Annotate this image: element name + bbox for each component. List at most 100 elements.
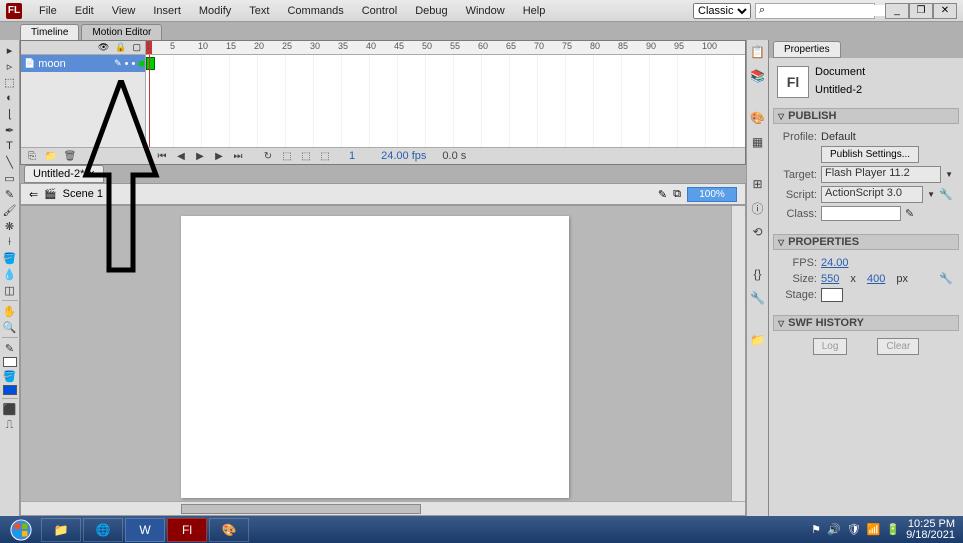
tab-motion-editor[interactable]: Motion Editor (81, 24, 162, 40)
width-value[interactable]: 550 (821, 273, 839, 285)
fill-color-tool[interactable]: 🪣 (1, 368, 19, 384)
class-input[interactable] (821, 206, 901, 221)
menu-debug[interactable]: Debug (406, 5, 456, 17)
layer-row[interactable]: 📄 moon ✎ • • ■ (21, 55, 145, 72)
close-button[interactable]: ✕ (933, 3, 957, 19)
start-button[interactable] (2, 517, 40, 543)
tray-volume-icon[interactable]: 🔊 (827, 523, 841, 536)
stage[interactable] (181, 216, 569, 498)
snap-option[interactable]: ⬛ (1, 401, 19, 417)
color-dock-icon[interactable]: 🎨 (750, 110, 766, 126)
menu-help[interactable]: Help (514, 5, 555, 17)
lasso-tool[interactable]: ɭ (1, 106, 19, 122)
menu-view[interactable]: View (103, 5, 145, 17)
line-tool[interactable]: ╲ (1, 154, 19, 170)
tray-flag-icon[interactable]: ⚑ (811, 523, 821, 536)
menu-file[interactable]: File (30, 5, 66, 17)
library-dock-icon[interactable]: 📚 (750, 68, 766, 84)
delete-layer-button[interactable]: 🗑 (62, 149, 78, 163)
taskbar-clock[interactable]: 10:25 PM 9/18/2021 (906, 519, 955, 541)
scene-name[interactable]: Scene 1 (63, 188, 103, 200)
menu-text[interactable]: Text (240, 5, 278, 17)
pencil-icon[interactable]: ✎ (905, 207, 919, 220)
fps-value[interactable]: 24.00 (821, 257, 849, 269)
play-button[interactable]: ▶ (192, 149, 208, 163)
horizontal-scrollbar[interactable] (21, 501, 745, 515)
zoom-tool[interactable]: 🔍 (1, 319, 19, 335)
loop-button[interactable]: ↻ (260, 149, 276, 163)
taskbar-paint[interactable]: 🎨 (209, 518, 249, 542)
menu-edit[interactable]: Edit (66, 5, 103, 17)
menu-insert[interactable]: Insert (144, 5, 190, 17)
outline-box[interactable]: ■ (138, 58, 145, 70)
brush-tool[interactable]: 🖌 (1, 202, 19, 218)
publish-section-header[interactable]: ▽Publish (773, 108, 959, 124)
taskbar-explorer[interactable]: 📁 (41, 518, 81, 542)
menu-control[interactable]: Control (353, 5, 406, 17)
fill-swatch[interactable] (3, 385, 17, 395)
target-select[interactable]: Flash Player 11.2 (821, 166, 941, 183)
hand-tool[interactable]: ✋ (1, 303, 19, 319)
minimize-button[interactable]: _ (885, 3, 909, 19)
vertical-scrollbar[interactable] (731, 206, 745, 515)
eraser-tool[interactable]: ◫ (1, 282, 19, 298)
script-select[interactable]: ActionScript 3.0 (821, 186, 923, 203)
align-dock-icon[interactable]: ⊞ (750, 176, 766, 192)
tab-properties[interactable]: Properties (773, 41, 841, 58)
edit-symbol-icon[interactable]: ⧉ (673, 188, 681, 201)
rectangle-tool[interactable]: ▭ (1, 170, 19, 186)
document-tab[interactable]: Untitled-2* × (24, 165, 104, 183)
code-dock-icon[interactable]: {} (750, 266, 766, 282)
taskbar-word[interactable]: W (125, 518, 165, 542)
step-back-button[interactable]: ◀ (173, 149, 189, 163)
project-dock-icon[interactable]: 📁 (750, 332, 766, 348)
step-fwd-button[interactable]: ▶ (211, 149, 227, 163)
goto-last-button[interactable]: ⏭ (230, 149, 246, 163)
tool-option[interactable]: ⎍ (1, 417, 19, 433)
subselection-tool[interactable]: ▹ (1, 58, 19, 74)
properties-section-header[interactable]: ▽Properties (773, 234, 959, 250)
stage-color-swatch[interactable] (821, 288, 843, 302)
new-layer-button[interactable]: ⎘ (24, 149, 40, 163)
search-box[interactable]: ⌕ (755, 3, 875, 19)
bone-tool[interactable]: ⟊ (1, 234, 19, 250)
swatches-dock-icon[interactable]: ▦ (750, 134, 766, 150)
stroke-color-tool[interactable]: ✎ (1, 340, 19, 356)
new-folder-button[interactable]: 📁 (43, 149, 59, 163)
selection-tool[interactable]: ▸ (1, 42, 19, 58)
stroke-swatch[interactable] (3, 357, 17, 367)
pencil-tool[interactable]: ✎ (1, 186, 19, 202)
onion-outline-button[interactable]: ⬚ (298, 149, 314, 163)
keyframe-1[interactable] (146, 57, 155, 70)
search-input[interactable] (765, 5, 897, 16)
transform-dock-icon[interactable]: ⟲ (750, 224, 766, 240)
deco-tool[interactable]: ❋ (1, 218, 19, 234)
menu-commands[interactable]: Commands (278, 5, 352, 17)
zoom-select[interactable]: 100% (687, 187, 737, 202)
goto-first-button[interactable]: ⏮ (154, 149, 170, 163)
taskbar-flash[interactable]: Fl (167, 518, 207, 542)
lock-icon[interactable]: 🔒 (115, 42, 126, 53)
tab-timeline[interactable]: Timeline (20, 24, 79, 40)
document-tab-close[interactable]: × (88, 168, 94, 180)
outline-icon[interactable]: ▢ (132, 42, 141, 53)
eye-icon[interactable]: 👁 (98, 42, 109, 53)
stage-viewport[interactable] (20, 205, 746, 516)
layer-name[interactable]: moon (38, 58, 66, 70)
lock-dot[interactable]: • (131, 58, 135, 70)
vis-dot[interactable]: • (125, 58, 129, 70)
back-icon[interactable]: ⇐ (29, 188, 38, 201)
info-dock-icon[interactable]: ⓘ (750, 200, 766, 216)
components-dock-icon[interactable]: 🔧 (750, 290, 766, 306)
menu-modify[interactable]: Modify (190, 5, 240, 17)
edit-multiple-button[interactable]: ⬚ (317, 149, 333, 163)
properties-dock-icon[interactable]: 📋 (750, 44, 766, 60)
menu-window[interactable]: Window (457, 5, 514, 17)
pen-tool[interactable]: ✒ (1, 122, 19, 138)
workspace-select[interactable]: Classic (693, 3, 751, 19)
frames-area[interactable] (146, 55, 745, 147)
maximize-button[interactable]: ❐ (909, 3, 933, 19)
swf-history-header[interactable]: ▽SWF History (773, 315, 959, 331)
paint-bucket-tool[interactable]: 🪣 (1, 250, 19, 266)
eyedropper-tool[interactable]: 💧 (1, 266, 19, 282)
